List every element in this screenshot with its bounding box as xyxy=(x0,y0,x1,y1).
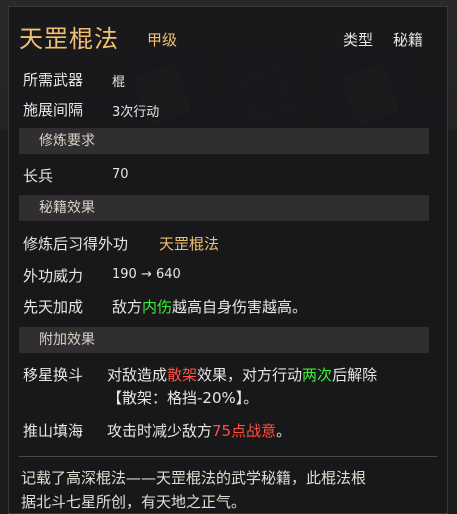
power-value: 190 → 640 xyxy=(112,267,181,282)
item-title: 天罡棍法 xyxy=(19,25,119,53)
skill1-description: 对敌造成散架效果，对方行动两次后解除 xyxy=(107,364,377,385)
skill2-description: 攻击时减少敌方75点战意。 xyxy=(107,420,291,441)
requirement-value: 70 xyxy=(112,167,129,182)
skill2-label: 推山填海 xyxy=(23,422,84,440)
skill1-highlight: 两次 xyxy=(302,366,333,384)
skill1-text: 效果，对方行动 xyxy=(197,366,303,384)
innate-text: 越高自身伤害越高。 xyxy=(172,298,308,316)
type-label: 类型 xyxy=(343,31,374,49)
item-description-line2: 据北斗七星所创，有天地之正气。 xyxy=(21,493,247,511)
interval-label: 施展间隔 xyxy=(23,101,84,119)
item-grade: 甲级 xyxy=(147,31,178,49)
weapon-value: 棍 xyxy=(112,75,126,90)
type-value: 秘籍 xyxy=(393,31,424,49)
skill2-highlight: 75点战意 xyxy=(212,422,277,440)
skill2-text: 。 xyxy=(276,422,292,440)
innate-description: 敌方内伤越高自身伤害越高。 xyxy=(112,296,307,317)
skill1-highlight: 散架 xyxy=(167,366,198,384)
learn-value: 天罡棍法 xyxy=(159,235,220,253)
skill1-description-line2: 【散架：格挡-20%】。 xyxy=(107,389,259,407)
section-effects: 秘籍效果 xyxy=(19,195,429,221)
power-label: 外功威力 xyxy=(23,267,84,285)
item-description: 记载了高深棍法——天罡棍法的武学秘籍，此棍法根 xyxy=(21,469,367,487)
section-extra-effects: 附加效果 xyxy=(19,327,429,353)
item-tooltip: 天罡棍法 甲级 类型 秘籍 所需武器 棍 施展间隔 3次行动 修炼要求 长兵 7… xyxy=(8,6,448,514)
innate-label: 先天加成 xyxy=(23,298,84,316)
weapon-label: 所需武器 xyxy=(23,71,84,89)
innate-text: 敌方 xyxy=(112,298,143,316)
power-to: 640 xyxy=(156,267,181,282)
innate-highlight: 内伤 xyxy=(142,298,173,316)
skill1-text: 后解除 xyxy=(332,366,378,384)
skill1-label: 移星换斗 xyxy=(23,366,84,384)
divider xyxy=(19,456,437,457)
skill1-text: 对敌造成 xyxy=(107,366,168,384)
section-requirements: 修炼要求 xyxy=(19,128,429,154)
learn-label: 修炼后习得外功 xyxy=(23,235,129,253)
requirement-label: 长兵 xyxy=(23,167,54,185)
interval-value: 3次行动 xyxy=(112,105,160,120)
skill2-text: 攻击时减少敌方 xyxy=(107,422,213,440)
arrow-right-icon: → xyxy=(140,267,152,282)
power-from: 190 xyxy=(112,267,137,282)
